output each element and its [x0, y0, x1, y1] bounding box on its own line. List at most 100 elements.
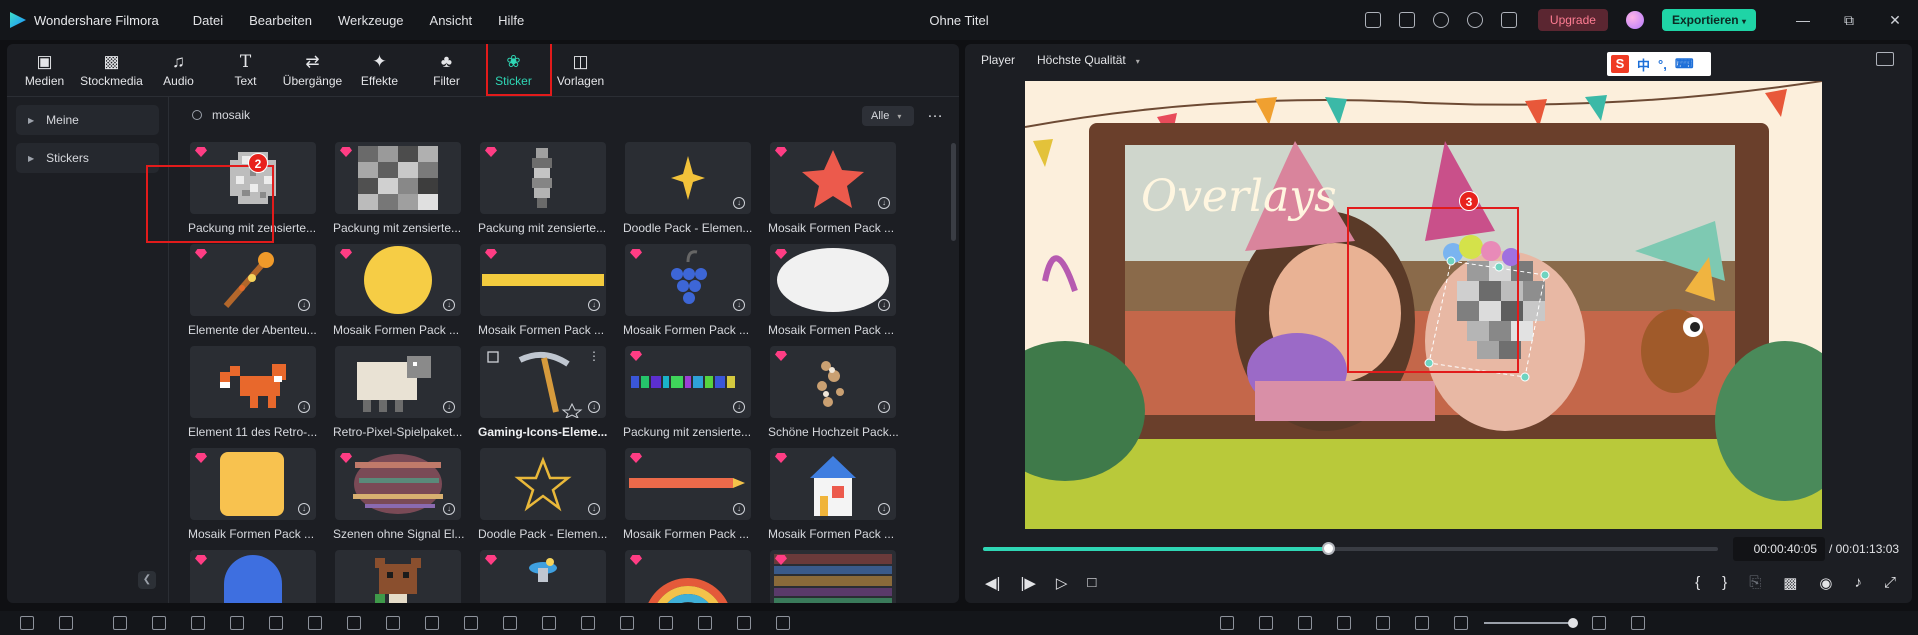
more-options-icon[interactable]: …	[927, 104, 944, 122]
playhead-handle[interactable]	[1322, 542, 1336, 555]
ai-mate-icon[interactable]	[1220, 616, 1234, 630]
tab-text[interactable]: T Text	[212, 44, 279, 96]
sticker-card[interactable]: ↓ Mosaik Formen Pack ...	[333, 244, 461, 344]
download-icon[interactable]: ↓	[733, 299, 745, 311]
menu-werkzeuge[interactable]: Werkzeuge	[338, 13, 404, 28]
sticker-card[interactable]: ↓ Doodle Pack - Elemen...	[478, 448, 607, 548]
freeze-icon[interactable]	[659, 616, 673, 630]
ime-toolbar[interactable]: S 中 °, ⌨	[1607, 52, 1711, 76]
redo-icon[interactable]	[152, 616, 166, 630]
download-icon[interactable]: ↓	[443, 401, 455, 413]
video-preview[interactable]: Overlays 3	[1025, 81, 1822, 529]
cut-icon[interactable]	[230, 616, 244, 630]
zoom-slider-handle[interactable]	[1568, 618, 1578, 628]
zoom-slider[interactable]	[1484, 618, 1578, 628]
collapse-sidebar-button[interactable]: ❮	[138, 571, 156, 589]
timer-icon[interactable]	[464, 616, 478, 630]
search-input[interactable]	[212, 108, 512, 122]
tab-effekte[interactable]: ✦ Effekte	[346, 44, 413, 96]
close-icon[interactable]: ✕	[1872, 12, 1918, 29]
download-icon[interactable]: ↓	[588, 503, 600, 515]
previous-frame-icon[interactable]: ◀|	[985, 574, 1000, 592]
volume-icon[interactable]: ♪	[1854, 574, 1862, 592]
keyframe-icon[interactable]	[581, 616, 595, 630]
text-tool-icon[interactable]	[308, 616, 322, 630]
display-icon[interactable]: ▩	[1783, 574, 1797, 592]
download-icon[interactable]: ↓	[733, 503, 745, 515]
sticker-card[interactable]: ↓ Mosaik Formen Pack ...	[188, 448, 316, 548]
avatar[interactable]	[1625, 11, 1644, 29]
download-icon[interactable]: ↓	[878, 299, 890, 311]
sticker-card[interactable]: ↓ Schöne Hochzeit Pack...	[768, 346, 899, 446]
download-icon[interactable]: ↓	[588, 401, 600, 413]
sticker-card[interactable]: ↓ Elemente der Abenteu...	[188, 244, 317, 344]
menu-bearbeiten[interactable]: Bearbeiten	[249, 13, 312, 28]
ai-icon[interactable]	[425, 616, 439, 630]
quality-dropdown[interactable]: Höchste Qualität ▾	[1037, 53, 1140, 67]
sticker-card[interactable]: ↓ Element 11 des Retro-...	[188, 346, 317, 446]
download-icon[interactable]: ↓	[443, 299, 455, 311]
sticker-card[interactable]	[335, 550, 461, 603]
sticker-card[interactable]	[190, 550, 316, 603]
next-frame-icon[interactable]: |▶	[1020, 574, 1035, 592]
upgrade-button[interactable]: Upgrade	[1537, 9, 1608, 31]
snapshot-tool-icon[interactable]	[1415, 616, 1429, 630]
render-icon[interactable]	[1259, 616, 1273, 630]
download-icon[interactable]: ↓	[298, 503, 310, 515]
speed-icon[interactable]	[347, 616, 361, 630]
delete-icon[interactable]	[191, 616, 205, 630]
headset-icon[interactable]	[1466, 12, 1483, 28]
sticker-card[interactable]	[770, 550, 896, 603]
sticker-card[interactable]: ↓ Mosaik Formen Pack ...	[768, 244, 896, 344]
download-icon[interactable]: ↓	[733, 197, 745, 209]
tab-uebergaenge[interactable]: ⇄ Übergänge	[279, 44, 346, 96]
save-icon[interactable]	[1398, 12, 1415, 28]
download-icon[interactable]: ↓	[298, 299, 310, 311]
stop-icon[interactable]: □	[1087, 574, 1096, 592]
play-icon[interactable]: ▷	[1056, 574, 1068, 592]
sticker-card[interactable]: ↓ Mosaik Formen Pack ...	[768, 142, 896, 242]
tab-vorlagen[interactable]: ◫ Vorlagen	[547, 44, 614, 96]
mark-in-icon[interactable]: {	[1695, 574, 1700, 592]
tab-filter[interactable]: ♣ Filter	[413, 44, 480, 96]
layout-grid-icon[interactable]	[20, 616, 34, 630]
sticker-card[interactable]: ↓ Szenen ohne Signal El...	[333, 448, 464, 548]
download-icon[interactable]: ↓	[733, 401, 745, 413]
split-screen-icon[interactable]	[698, 616, 712, 630]
sidebar-item-stickers[interactable]: ▶ Stickers	[16, 143, 159, 173]
more-tools-icon[interactable]	[776, 616, 790, 630]
download-icon[interactable]: ↓	[443, 503, 455, 515]
filter-dropdown[interactable]: Alle ▾	[862, 106, 914, 126]
sticker-card[interactable]: ↓ Mosaik Formen Pack ...	[623, 244, 751, 344]
sticker-card[interactable]: ↓ Retro-Pixel-Spielpaket...	[333, 346, 462, 446]
mark-out-icon[interactable]: }	[1722, 574, 1727, 592]
menu-datei[interactable]: Datei	[193, 13, 223, 28]
sticker-card[interactable]: ↓ Packung mit zensierte...	[623, 346, 751, 446]
split-icon[interactable]: ⎘	[1749, 574, 1761, 592]
sticker-card[interactable]: Packung mit zensierte...	[478, 142, 606, 242]
sidebar-item-meine[interactable]: ▶ Meine	[16, 105, 159, 135]
tab-stockmedia[interactable]: ▩ Stockmedia	[78, 44, 145, 96]
sticker-card[interactable]: ↓ Mosaik Formen Pack ...	[768, 448, 896, 548]
export-button[interactable]: Exportieren ▾	[1661, 9, 1756, 31]
record-icon[interactable]	[737, 616, 751, 630]
sticker-card[interactable]: Packung mit zensierte...	[333, 142, 461, 242]
download-icon[interactable]: ↓	[878, 197, 890, 209]
tab-audio[interactable]: ♫ Audio	[145, 44, 212, 96]
apps-grid-icon[interactable]	[1500, 12, 1517, 28]
select-arrow-icon[interactable]	[59, 616, 73, 630]
color-icon[interactable]	[386, 616, 400, 630]
layout-icon[interactable]	[1364, 12, 1381, 28]
restore-icon[interactable]: ⧉	[1826, 12, 1872, 29]
crop-icon[interactable]	[269, 616, 283, 630]
menu-hilfe[interactable]: Hilfe	[498, 13, 524, 28]
marker-icon[interactable]	[1298, 616, 1312, 630]
playback-progress-bar[interactable]	[983, 542, 1718, 555]
download-icon[interactable]: ↓	[298, 401, 310, 413]
zoom-in-icon[interactable]	[1592, 616, 1606, 630]
fullscreen-icon[interactable]: ⤢	[1884, 574, 1896, 592]
sticker-card[interactable]	[480, 550, 606, 603]
download-icon[interactable]: ↓	[588, 299, 600, 311]
snapshot-icon[interactable]	[1876, 52, 1894, 66]
sticker-card[interactable]	[625, 550, 751, 603]
